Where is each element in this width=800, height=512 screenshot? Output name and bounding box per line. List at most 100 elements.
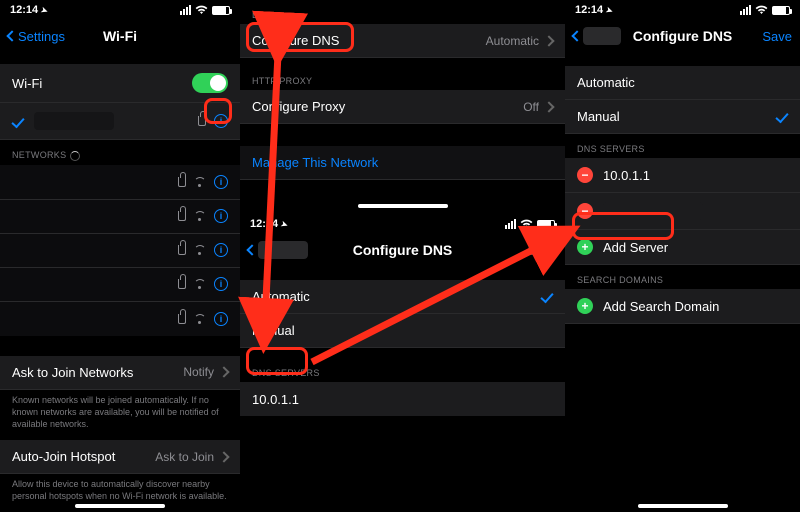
home-indicator[interactable] <box>75 504 165 508</box>
add-search-domain-row[interactable]: Add Search Domain <box>565 289 800 324</box>
status-bar: 12:14 ➤ <box>0 0 240 20</box>
spinner-icon <box>70 151 80 161</box>
info-icon[interactable] <box>214 175 228 189</box>
dns-servers-header: DNS SERVERS <box>240 348 565 382</box>
wifi-strength-icon <box>194 211 206 221</box>
phone-wifi-settings: 12:14 ➤ Settings Wi-Fi Wi-Fi NETWORKS <box>0 0 240 512</box>
nav-bar: Configure DNS Save <box>565 20 800 52</box>
back-button[interactable] <box>573 27 621 45</box>
connected-network-row[interactable] <box>0 103 240 140</box>
auto-hs-value: Ask to Join <box>155 450 214 464</box>
info-icon[interactable] <box>214 209 228 223</box>
add-icon[interactable] <box>577 239 593 255</box>
wifi-icon <box>195 5 208 15</box>
network-row[interactable] <box>0 165 240 200</box>
network-name-redacted <box>34 112 114 130</box>
ask-join-value: Notify <box>183 365 214 379</box>
configure-proxy-row[interactable]: Configure Proxy Off <box>240 90 565 124</box>
network-detail-screen: DNS Configure DNS Automatic HTTP PROXY C… <box>240 0 565 214</box>
ask-join-label: Ask to Join Networks <box>12 365 133 380</box>
wifi-label: Wi-Fi <box>12 76 42 91</box>
lock-icon <box>178 314 186 324</box>
dns-server-redacted <box>603 202 703 220</box>
wifi-strength-icon <box>194 245 206 255</box>
network-row[interactable] <box>0 200 240 234</box>
page-title: Configure DNS <box>353 242 453 258</box>
info-icon[interactable] <box>214 312 228 326</box>
cellular-icon <box>505 219 516 229</box>
notch <box>363 214 443 230</box>
configure-dns-screen: 12:14 ➤ Configure DNS Save Automatic Man… <box>240 214 565 416</box>
location-icon: ➤ <box>40 5 49 16</box>
wifi-icon <box>520 219 533 229</box>
dns-server-row[interactable]: 10.0.1.1 <box>240 382 565 416</box>
status-bar: 12:14 ➤ <box>565 0 800 20</box>
battery-icon <box>537 220 555 229</box>
ask-to-join-row[interactable]: Ask to Join Networks Notify <box>0 356 240 390</box>
wifi-strength-icon <box>194 177 206 187</box>
dns-server-value: 10.0.1.1 <box>252 392 299 407</box>
auto-join-hotspot-row[interactable]: Auto-Join Hotspot Ask to Join <box>0 440 240 474</box>
save-button[interactable]: Save <box>527 243 557 258</box>
info-icon[interactable] <box>214 114 228 128</box>
ask-join-footer: Known networks will be joined automatica… <box>0 390 240 440</box>
wifi-toggle-row: Wi-Fi <box>0 64 240 103</box>
auto-hs-label: Auto-Join Hotspot <box>12 449 115 464</box>
status-time: 12:14 <box>575 4 603 16</box>
location-icon: ➤ <box>280 219 289 230</box>
search-domains-header: SEARCH DOMAINS <box>565 265 800 289</box>
automatic-label: Automatic <box>252 289 310 304</box>
status-time: 12:14 <box>10 4 38 16</box>
network-row[interactable] <box>0 302 240 336</box>
dns-server-value: 10.0.1.1 <box>603 168 650 183</box>
checkmark-icon <box>775 110 788 124</box>
network-row[interactable] <box>0 268 240 302</box>
manual-label: Manual <box>577 109 620 124</box>
lock-icon <box>178 279 186 289</box>
add-domain-label: Add Search Domain <box>603 299 719 314</box>
home-indicator[interactable] <box>358 204 448 208</box>
delete-icon[interactable] <box>577 167 593 183</box>
back-label: Settings <box>18 29 65 44</box>
configure-dns-row[interactable]: Configure DNS Automatic <box>240 24 565 58</box>
wifi-strength-icon <box>194 314 206 324</box>
phone-dns-manual: 12:14 ➤ Configure DNS Save Automatic Man… <box>565 0 800 512</box>
proxy-header: HTTP PROXY <box>240 58 565 90</box>
add-icon[interactable] <box>577 298 593 314</box>
manual-option-row[interactable]: Manual <box>565 100 800 134</box>
save-button[interactable]: Save <box>762 29 792 44</box>
add-server-row[interactable]: Add Server <box>565 230 800 265</box>
lock-icon <box>178 211 186 221</box>
info-icon[interactable] <box>214 277 228 291</box>
info-icon[interactable] <box>214 243 228 257</box>
wifi-icon <box>755 5 768 15</box>
dns-server-row-empty[interactable] <box>565 193 800 230</box>
lock-icon <box>178 245 186 255</box>
chevron-right-icon <box>218 366 229 377</box>
other-networks-list <box>0 165 240 336</box>
battery-icon <box>212 6 230 15</box>
manual-option-row[interactable]: Manual <box>240 314 565 348</box>
back-button[interactable] <box>248 241 308 259</box>
delete-icon[interactable] <box>577 203 593 219</box>
checkmark-icon <box>11 114 24 128</box>
chevron-left-icon <box>571 30 582 41</box>
dns-header: DNS <box>240 0 565 24</box>
home-indicator[interactable] <box>638 504 728 508</box>
manage-network-row[interactable]: Manage This Network <box>240 146 565 180</box>
back-button[interactable]: Settings <box>8 29 65 44</box>
phone-dns-stack: DNS Configure DNS Automatic HTTP PROXY C… <box>240 0 565 512</box>
configure-proxy-label: Configure Proxy <box>252 99 345 114</box>
wifi-toggle[interactable] <box>192 73 228 93</box>
dns-server-row[interactable]: 10.0.1.1 <box>565 158 800 193</box>
lock-icon <box>198 116 206 126</box>
chevron-left-icon <box>246 244 257 255</box>
chevron-right-icon <box>543 35 554 46</box>
network-row[interactable] <box>0 234 240 268</box>
configure-proxy-value: Off <box>523 100 539 114</box>
automatic-option-row[interactable]: Automatic <box>240 280 565 314</box>
chevron-right-icon <box>543 101 554 112</box>
battery-icon <box>772 6 790 15</box>
automatic-option-row[interactable]: Automatic <box>565 66 800 100</box>
configure-dns-label: Configure DNS <box>252 33 339 48</box>
